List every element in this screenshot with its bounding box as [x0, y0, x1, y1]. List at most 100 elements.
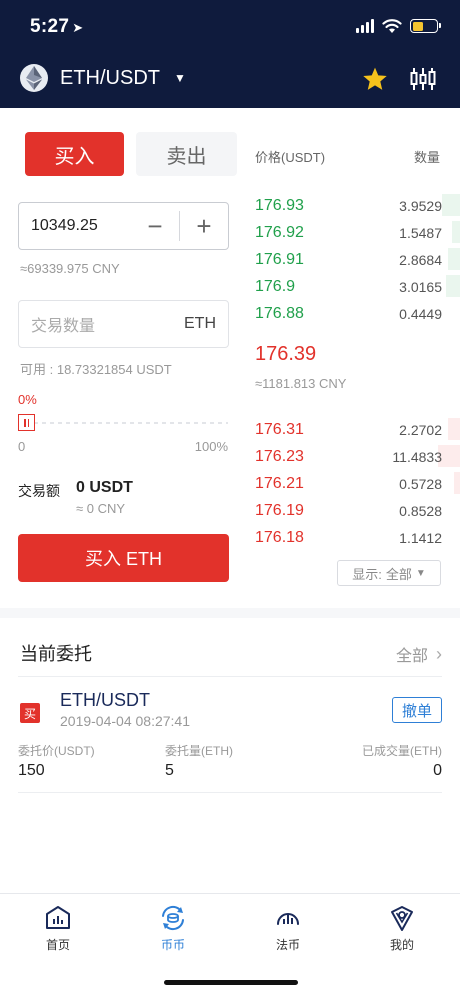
bid-row[interactable]: 176.9 3.0165	[255, 275, 442, 299]
ask-depth-bar	[448, 418, 460, 440]
order-price-value: 150	[18, 762, 45, 779]
ask-row[interactable]: 176.21 0.5728	[255, 472, 442, 496]
current-orders-title: 当前委托	[20, 644, 92, 664]
bid-qty: 0.4449	[399, 306, 442, 322]
fiat-gauge-icon	[277, 913, 299, 925]
ask-qty: 2.2702	[399, 422, 442, 438]
ask-depth-bar	[454, 472, 460, 494]
pair-title: ETH/USDT	[60, 66, 160, 89]
price-stepper: 10349.25 − +	[18, 202, 229, 250]
increase-price-button[interactable]: +	[180, 203, 228, 249]
nav-home-label: 首页	[45, 938, 70, 952]
ethereum-logo-icon	[20, 64, 48, 92]
ask-row[interactable]: 176.19 0.8528	[255, 499, 442, 523]
display-filter-label: 显示:	[352, 566, 382, 582]
slider-handle[interactable]	[18, 414, 35, 431]
nav-profile[interactable]: 我的	[362, 904, 442, 953]
bid-row[interactable]: 176.91 2.8684	[255, 248, 442, 272]
ask-qty: 0.5728	[399, 476, 442, 492]
ask-price: 176.23	[255, 448, 304, 465]
orderbook-price-header: 价格(USDT)	[255, 150, 326, 165]
bid-price: 176.91	[255, 251, 304, 268]
order-amount-value: 5	[165, 762, 174, 779]
ask-price: 176.21	[255, 475, 304, 492]
order-pair: ETH/USDT	[60, 690, 150, 710]
trade-amount-label: 交易额	[18, 483, 60, 499]
candlestick-chart-icon[interactable]	[410, 66, 436, 92]
ask-price: 176.18	[255, 529, 304, 546]
trade-amount-value: 0 USDT	[76, 479, 133, 496]
display-filter-select[interactable]: 显示: 全部 ▼	[337, 560, 441, 586]
quantity-unit: ETH	[184, 315, 216, 332]
home-indicator	[164, 980, 298, 985]
bid-price: 176.88	[255, 305, 304, 322]
profile-shield-icon	[391, 906, 413, 931]
cancel-order-button[interactable]: 撤单	[392, 697, 442, 723]
ask-qty: 1.1412	[399, 530, 442, 546]
bid-qty: 3.0165	[399, 279, 442, 295]
pair-selector[interactable]: ETH/USDT ▼	[20, 64, 186, 92]
cellular-signal-icon	[356, 19, 374, 33]
caret-down-icon: ▼	[415, 567, 426, 579]
trade-amount-cny: ≈ 0 CNY	[76, 501, 126, 516]
clock-text: 5:27	[30, 16, 70, 37]
nav-coin[interactable]: 币币	[133, 904, 213, 953]
nav-home[interactable]: 首页	[18, 904, 98, 953]
nav-profile-label: 我的	[389, 938, 414, 952]
wifi-icon	[382, 19, 402, 33]
ask-row[interactable]: 176.18 1.1412	[255, 526, 442, 550]
status-time: 5:27 ➤	[30, 16, 83, 38]
tab-buy[interactable]: 买入	[25, 132, 124, 176]
bid-price: 176.9	[255, 278, 296, 295]
nav-coin-label: 币币	[160, 938, 185, 952]
bid-row[interactable]: 176.92 1.5487	[255, 221, 442, 245]
tab-sell[interactable]: 卖出	[136, 132, 237, 176]
price-input[interactable]: 10349.25	[19, 217, 131, 235]
status-indicators	[356, 18, 441, 34]
ask-price: 176.31	[255, 421, 304, 438]
bid-depth-bar	[452, 221, 460, 243]
order-time: 2019-04-04 08:27:41	[60, 713, 190, 729]
all-orders-link[interactable]: 全部 ›	[396, 642, 442, 666]
caret-down-icon: ▼	[174, 71, 186, 85]
ask-qty: 0.8528	[399, 503, 442, 519]
ask-qty: 11.4833	[392, 449, 442, 465]
quantity-input[interactable]: 交易数量 ETH	[18, 300, 229, 348]
chevron-right-icon: ›	[436, 643, 442, 664]
order-filled-label: 已成交量(ETH)	[362, 744, 442, 758]
bid-row[interactable]: 176.88 0.4449	[255, 302, 442, 326]
decrease-price-button[interactable]: −	[131, 203, 179, 249]
slider-min-label: 0	[18, 439, 26, 454]
ask-row[interactable]: 176.23 11.4833	[255, 445, 442, 469]
display-filter-value: 全部	[385, 566, 412, 582]
orderbook-qty-header: 数量	[413, 150, 440, 165]
ask-row[interactable]: 176.31 2.2702	[255, 418, 442, 442]
bid-depth-bar	[448, 248, 460, 270]
nav-fiat-label: 法币	[275, 938, 300, 952]
location-arrow-icon: ➤	[72, 20, 84, 35]
amount-slider-track[interactable]	[26, 422, 228, 424]
divider	[18, 792, 442, 793]
order-amount-label: 委托量(ETH)	[165, 744, 233, 758]
bid-depth-bar	[446, 275, 460, 297]
buy-badge: 买	[20, 703, 40, 723]
buy-eth-button[interactable]: 买入 ETH	[18, 534, 229, 582]
app-header: 5:27 ➤ ETH/USDT ▼	[0, 0, 460, 108]
battery-icon	[410, 19, 441, 33]
favorite-star-icon[interactable]	[362, 66, 388, 92]
last-price: 176.39	[255, 343, 317, 365]
percent-label: 0%	[18, 392, 37, 407]
order-price-label: 委托价(USDT)	[18, 744, 95, 758]
home-chart-icon	[46, 906, 70, 929]
section-divider	[0, 608, 460, 618]
bid-row[interactable]: 176.93 3.9529	[255, 194, 442, 218]
ask-price: 176.19	[255, 502, 304, 519]
price-cny-estimate: ≈69339.975 CNY	[20, 261, 120, 276]
order-filled-value: 0	[433, 762, 442, 779]
bid-qty: 1.5487	[399, 225, 442, 241]
bid-price: 176.93	[255, 197, 304, 214]
slider-max-label: 100%	[194, 439, 228, 454]
quantity-placeholder: 交易数量	[31, 318, 96, 335]
bid-price: 176.92	[255, 224, 304, 241]
nav-fiat[interactable]: 法币	[248, 904, 328, 953]
